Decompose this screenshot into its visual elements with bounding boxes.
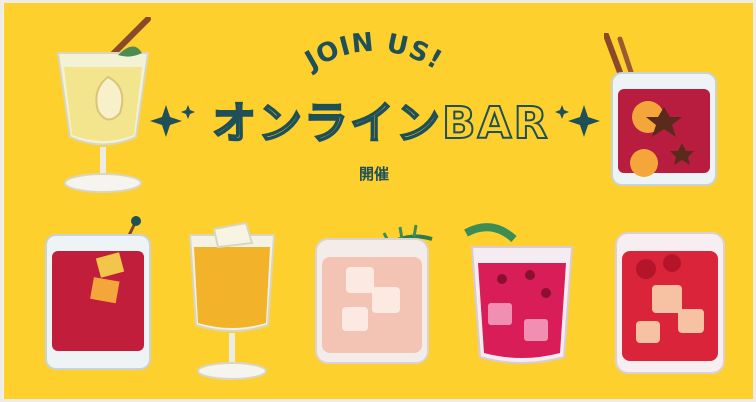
berry-glass-illustration — [462, 219, 582, 369]
join-us-heading: JOIN US! — [299, 27, 448, 77]
highball-glass-illustration — [182, 215, 282, 385]
join-us-text: JOIN US! — [299, 27, 447, 77]
cider-glass-illustration — [48, 17, 158, 197]
event-subtitle: 開催 — [358, 165, 389, 183]
sparkle-icon — [555, 105, 600, 137]
online-bar-title: オンラインBAR — [211, 97, 550, 150]
negroni-glass-illustration — [40, 215, 154, 375]
event-banner: JOIN US! オンラインBAR 開催 — [4, 3, 753, 399]
rosemary-glass-illustration — [310, 209, 440, 369]
fruit-punch-glass-illustration — [612, 229, 728, 377]
mulled-wine-glass-illustration — [604, 33, 724, 193]
svg-text:JOIN US!: JOIN US! — [299, 27, 448, 77]
